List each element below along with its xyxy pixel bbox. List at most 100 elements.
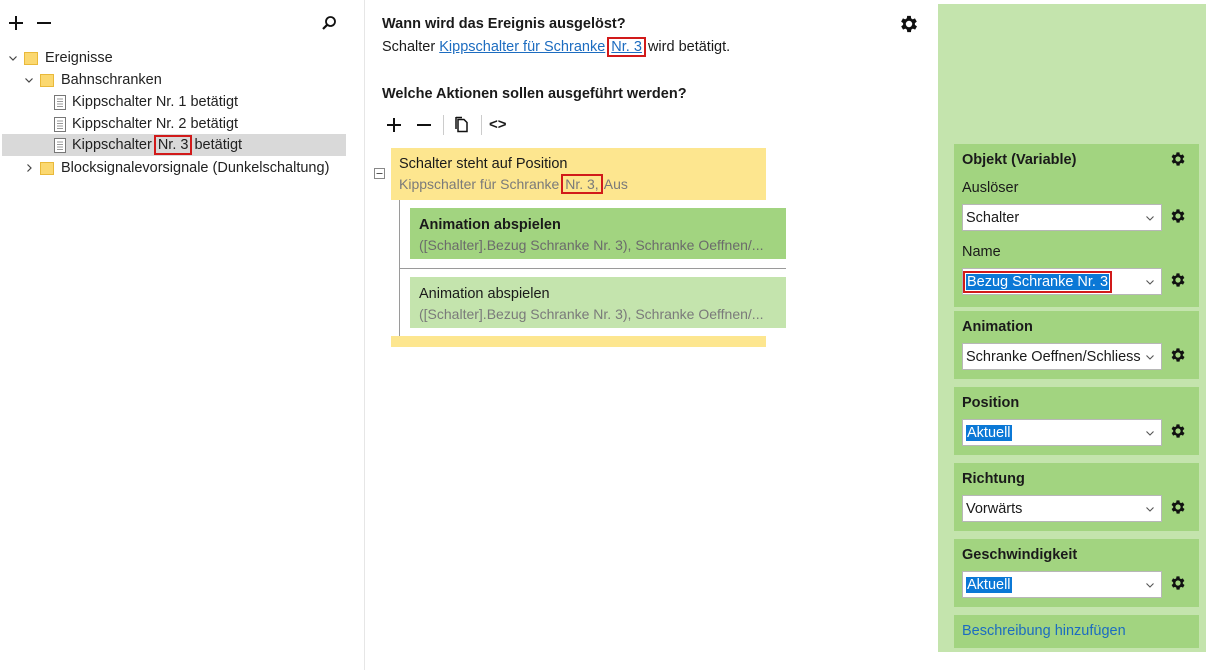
- gear-icon: [1171, 209, 1185, 223]
- chevron-down-icon: [1142, 577, 1158, 593]
- copy-action-button[interactable]: [454, 114, 476, 136]
- condition-block-footer: [391, 336, 766, 347]
- condition-subtitle: Kippschalter für Schranke Nr. 3, Aus: [399, 174, 628, 194]
- highlight-box: Nr. 3,: [561, 174, 603, 194]
- event-tree-panel: Ereignisse Bahnschranken Kippschalter Nr…: [0, 0, 365, 670]
- remove-button[interactable]: [33, 12, 55, 34]
- document-icon: [54, 116, 66, 132]
- chevron-down-icon: [1142, 349, 1158, 365]
- tree-item-bahnschranken[interactable]: Bahnschranken: [22, 69, 162, 91]
- tree-item-ereignisse[interactable]: Ereignisse: [6, 47, 113, 69]
- tree-item-label: Bahnschranken: [61, 72, 162, 88]
- condition-sub-pre: Kippschalter für Schranke: [399, 176, 564, 192]
- tree-item-blocksignale[interactable]: Blocksignalevorsignale (Dunkelschaltung): [22, 157, 329, 179]
- gear-icon: [1171, 576, 1185, 590]
- plus-icon: [9, 16, 23, 30]
- description-card: Beschreibung hinzufügen: [954, 615, 1199, 648]
- collapse-toggle[interactable]: [374, 168, 385, 179]
- card-title: Animation: [962, 319, 1033, 335]
- field-settings-button[interactable]: [1169, 207, 1189, 227]
- code-view-button[interactable]: <>: [489, 114, 507, 136]
- folder-icon: [24, 52, 38, 65]
- tree-item-label: Kippschalter: [72, 137, 156, 153]
- trigger-object-link[interactable]: Kippschalter für Schranke: [439, 39, 605, 55]
- chevron-down-icon[interactable]: [22, 73, 36, 87]
- select-value: Vorwärts: [966, 500, 1023, 517]
- object-card: Objekt (Variable) Auslöser Schalter Name…: [954, 144, 1199, 307]
- trigger-suffix: wird betätigt.: [643, 39, 731, 55]
- trigger-heading: Wann wird das Ereignis ausgelöst?: [382, 16, 626, 32]
- card-settings-button[interactable]: [1169, 150, 1189, 170]
- tree-item-label: Kippschalter Nr. 1 betätigt: [72, 94, 239, 110]
- actions-heading: Welche Aktionen sollen ausgeführt werden…: [382, 86, 687, 102]
- chevron-down-icon: [1142, 210, 1158, 226]
- condition-title: Schalter steht auf Position: [399, 156, 568, 172]
- settings-button[interactable]: [898, 13, 922, 37]
- gear-icon: [1171, 424, 1185, 438]
- field-settings-button[interactable]: [1169, 498, 1189, 518]
- select-value: Schalter: [966, 209, 1020, 226]
- condition-sub-post: Aus: [600, 176, 628, 192]
- animation-select[interactable]: Schranke Oeffnen/Schliess: [962, 343, 1162, 370]
- card-title: Geschwindigkeit: [962, 547, 1078, 563]
- chevron-down-icon: [1142, 425, 1158, 441]
- speed-select[interactable]: Aktuell: [962, 571, 1162, 598]
- highlight-box: Nr. 3: [153, 135, 193, 155]
- field-label: Name: [962, 244, 1001, 260]
- direction-select[interactable]: Vorwärts: [962, 495, 1162, 522]
- position-select[interactable]: Aktuell: [962, 419, 1162, 446]
- select-value: Bezug Schranke Nr. 3: [962, 270, 1113, 293]
- minus-icon: [37, 22, 51, 24]
- tree-item-kippschalter-3[interactable]: Kippschalter Nr. 3 betätigt: [2, 134, 346, 156]
- tree-item-kippschalter-1[interactable]: Kippschalter Nr. 1 betätigt: [54, 91, 238, 113]
- animation-card: Animation Schranke Oeffnen/Schliess: [954, 311, 1199, 379]
- toolbar-divider: [481, 115, 482, 135]
- gear-icon: [1171, 348, 1185, 362]
- event-editor: Wann wird das Ereignis ausgelöst? Schalt…: [366, 0, 938, 670]
- tree-item-label: Blocksignalevorsignale (Dunkelschaltung): [61, 160, 330, 176]
- card-title: Richtung: [962, 471, 1025, 487]
- copy-icon: [455, 116, 468, 133]
- field-settings-button[interactable]: [1169, 346, 1189, 366]
- search-icon: [322, 16, 336, 30]
- tree-item-kippschalter-2[interactable]: Kippschalter Nr. 2 betätigt: [54, 113, 238, 135]
- action-item[interactable]: Animation abspielen ([Schalter].Bezug Sc…: [410, 208, 786, 259]
- select-value: Schranke Oeffnen/Schliess: [966, 348, 1141, 365]
- action-item[interactable]: Animation abspielen ([Schalter].Bezug Sc…: [410, 277, 786, 328]
- tree-item-label: Ereignisse: [45, 50, 113, 66]
- name-select[interactable]: Bezug Schranke Nr. 3: [962, 268, 1162, 295]
- folder-icon: [40, 74, 54, 87]
- action-separator: [400, 268, 786, 269]
- field-settings-button[interactable]: [1169, 271, 1189, 291]
- plus-icon: [387, 118, 401, 132]
- add-description-link[interactable]: Beschreibung hinzufügen: [962, 623, 1126, 639]
- minus-icon: [417, 124, 431, 126]
- remove-action-button[interactable]: [416, 114, 438, 136]
- gear-icon: [901, 15, 917, 33]
- chevron-down-icon: [1142, 274, 1158, 290]
- add-action-button[interactable]: [386, 114, 408, 136]
- properties-panel: Objekt (Variable) Auslöser Schalter Name…: [938, 4, 1206, 652]
- action-subtitle: ([Schalter].Bezug Schranke Nr. 3), Schra…: [419, 237, 764, 253]
- minus-icon: [376, 173, 383, 174]
- chevron-right-icon[interactable]: [22, 161, 36, 175]
- card-title: Objekt (Variable): [962, 152, 1077, 168]
- document-icon: [54, 94, 66, 110]
- trigger-prefix: Schalter: [382, 39, 440, 55]
- toolbar-divider: [443, 115, 444, 135]
- search-button[interactable]: [318, 12, 340, 34]
- highlight-box[interactable]: Nr. 3: [607, 37, 646, 57]
- select-value: Aktuell: [966, 424, 1012, 441]
- card-title: Position: [962, 395, 1020, 411]
- condition-block[interactable]: Schalter steht auf Position Kippschalter…: [391, 148, 766, 200]
- field-settings-button[interactable]: [1169, 574, 1189, 594]
- direction-card: Richtung Vorwärts: [954, 463, 1199, 531]
- field-settings-button[interactable]: [1169, 422, 1189, 442]
- action-title: Animation abspielen: [419, 217, 561, 233]
- chevron-down-icon[interactable]: [6, 51, 20, 65]
- add-button[interactable]: [5, 12, 27, 34]
- speed-card: Geschwindigkeit Aktuell: [954, 539, 1199, 607]
- action-title: Animation abspielen: [419, 286, 550, 302]
- tree-item-label-suffix: betätigt: [190, 137, 243, 153]
- trigger-select[interactable]: Schalter: [962, 204, 1162, 231]
